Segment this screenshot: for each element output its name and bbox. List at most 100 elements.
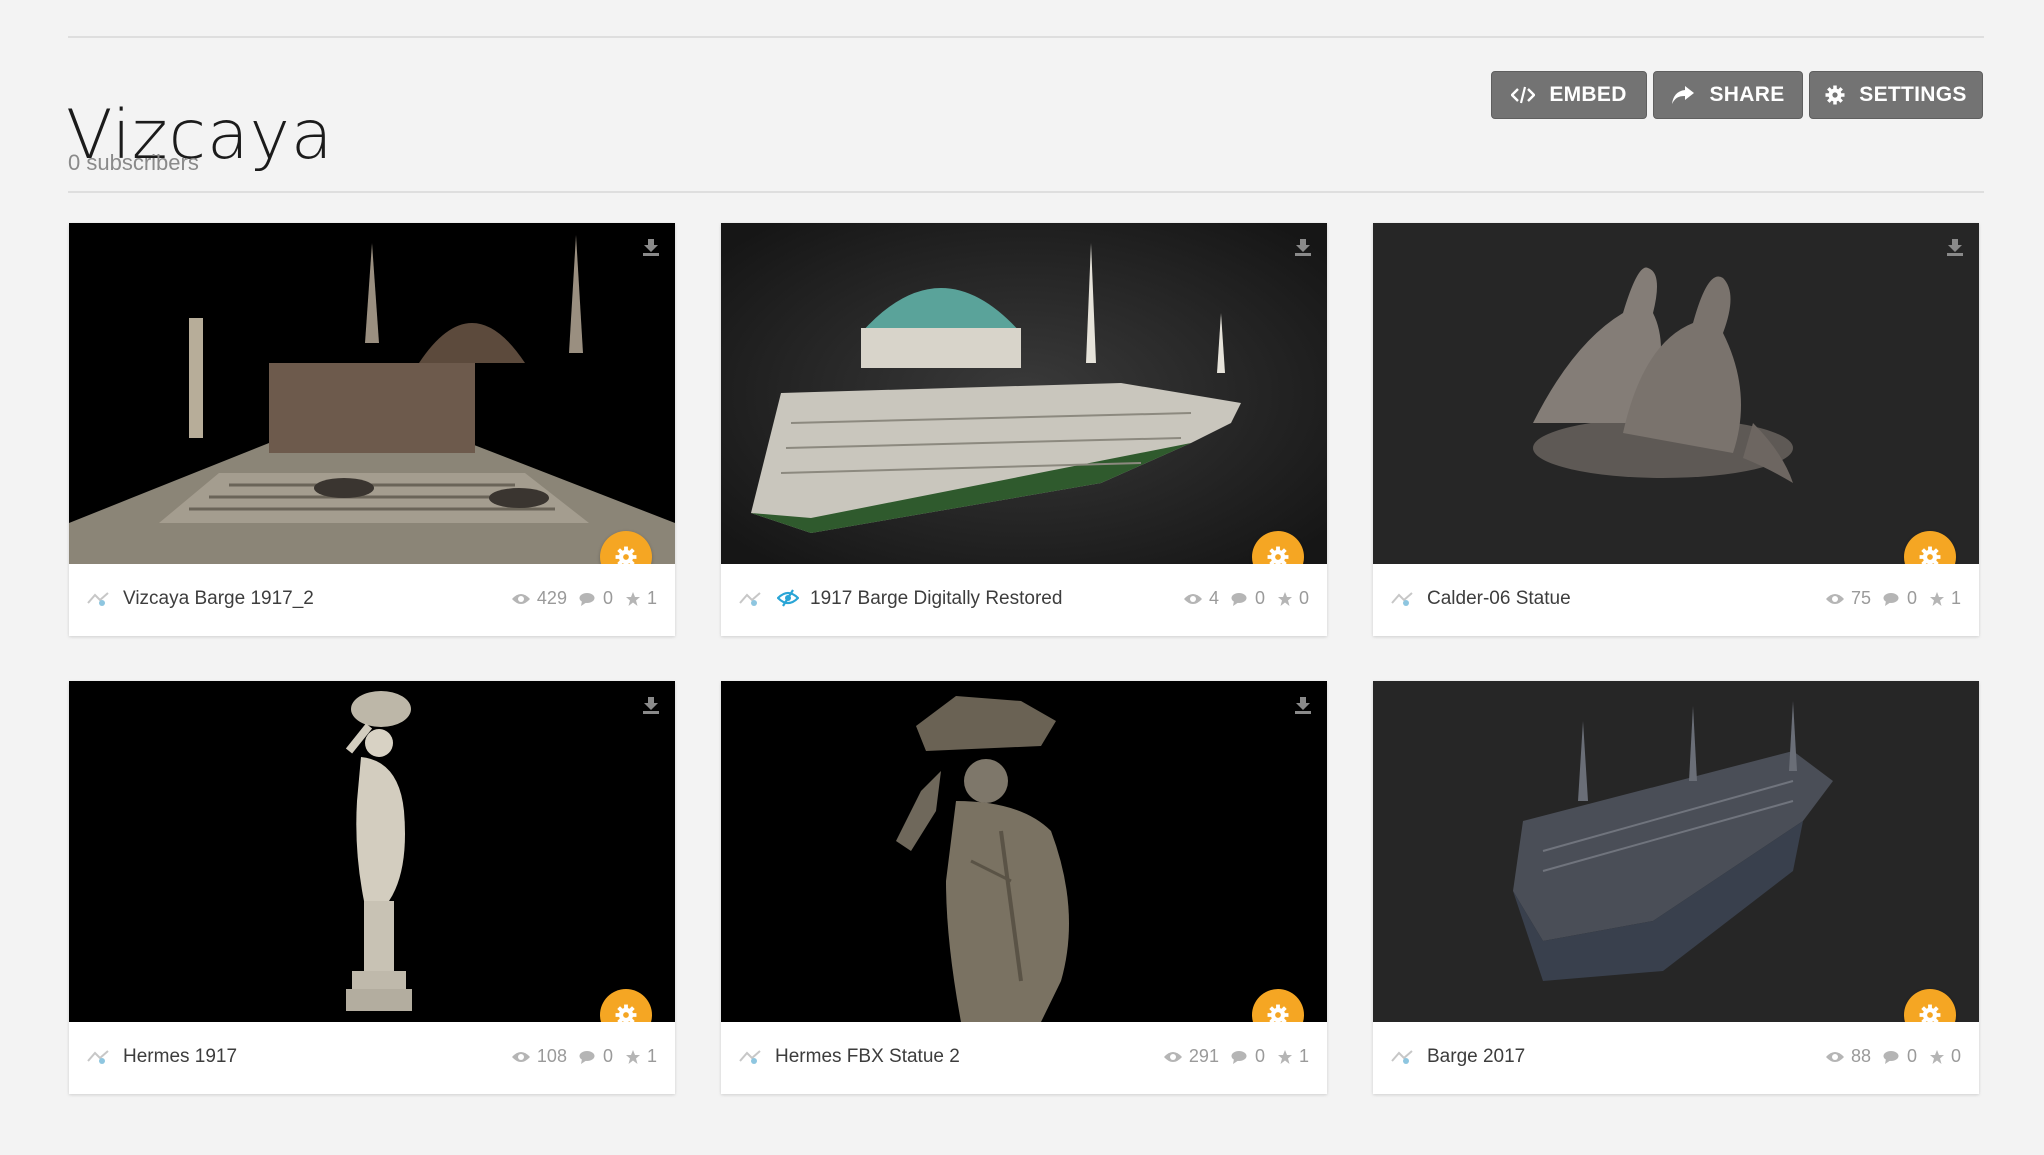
view-count: 75 xyxy=(1850,588,1871,608)
download-icon[interactable] xyxy=(1293,237,1313,257)
like-count: 1 xyxy=(1298,1046,1309,1066)
owner-avatar-icon[interactable] xyxy=(739,591,761,607)
comment-icon xyxy=(1231,592,1247,606)
model-meta: Barge 2017 88 0 0 xyxy=(1373,1022,1979,1094)
model-thumbnail[interactable] xyxy=(721,223,1327,564)
like-count: 1 xyxy=(646,588,657,608)
settings-button[interactable]: SETTINGS xyxy=(1809,71,1983,119)
header-divider xyxy=(68,191,1984,193)
view-count: 4 xyxy=(1208,588,1219,608)
view-count: 88 xyxy=(1850,1046,1871,1066)
owner-avatar-icon[interactable] xyxy=(87,1049,109,1065)
download-icon[interactable] xyxy=(1945,237,1965,257)
staff-pick-icon xyxy=(777,589,799,607)
gear-icon xyxy=(1267,546,1289,564)
model-card[interactable]: Hermes FBX Statue 2 291 0 1 xyxy=(721,681,1327,1094)
collection-actions: EMBED SHARE SETTINGS xyxy=(1491,71,1983,119)
star-icon xyxy=(1929,1049,1944,1064)
gear-icon xyxy=(1267,1004,1289,1022)
subscriber-count: 0 subscribers xyxy=(68,150,199,175)
model-stats: 88 0 0 xyxy=(1813,1046,1961,1067)
model-preview-image xyxy=(721,223,1327,564)
share-label: SHARE xyxy=(1709,83,1785,106)
comment-count: 0 xyxy=(1254,588,1265,608)
comment-icon xyxy=(579,1050,595,1064)
like-count: 1 xyxy=(646,1046,657,1066)
eye-icon xyxy=(511,1051,530,1062)
model-preview-image xyxy=(721,681,1327,1022)
gear-icon xyxy=(1919,546,1941,564)
model-stats: 291 0 1 xyxy=(1151,1046,1309,1067)
view-count: 291 xyxy=(1188,1046,1219,1066)
model-card[interactable]: Barge 2017 88 0 0 xyxy=(1373,681,1979,1094)
model-name[interactable]: Hermes FBX Statue 2 xyxy=(775,1046,960,1068)
owner-avatar-icon[interactable] xyxy=(1391,1049,1413,1065)
owner-avatar-icon[interactable] xyxy=(1391,591,1413,607)
model-card[interactable]: Calder-06 Statue 75 0 1 xyxy=(1373,223,1979,636)
model-thumbnail[interactable] xyxy=(69,681,675,1022)
model-name[interactable]: Vizcaya Barge 1917_2 xyxy=(123,588,314,610)
like-count: 0 xyxy=(1298,588,1309,608)
model-preview-image xyxy=(1373,223,1979,564)
comment-count: 0 xyxy=(1254,1046,1265,1066)
model-thumbnail[interactable] xyxy=(69,223,675,564)
model-name[interactable]: Barge 2017 xyxy=(1427,1046,1525,1068)
top-divider xyxy=(68,36,1984,38)
download-icon[interactable] xyxy=(641,237,661,257)
share-arrow-icon xyxy=(1672,86,1695,104)
comment-count: 0 xyxy=(602,588,613,608)
model-preview-image xyxy=(69,223,675,564)
settings-label: SETTINGS xyxy=(1859,83,1967,106)
gear-icon xyxy=(615,546,637,564)
star-icon xyxy=(1277,1049,1292,1064)
gear-icon xyxy=(615,1004,637,1022)
model-name[interactable]: Calder-06 Statue xyxy=(1427,588,1571,610)
star-icon xyxy=(625,591,640,606)
model-stats: 75 0 1 xyxy=(1813,588,1961,609)
model-card[interactable]: 1917 Barge Digitally Restored 4 0 0 xyxy=(721,223,1327,636)
star-icon xyxy=(1277,591,1292,606)
gear-icon xyxy=(1825,85,1845,105)
model-name[interactable]: Hermes 1917 xyxy=(123,1046,237,1068)
model-card[interactable]: Hermes 1917 108 0 1 xyxy=(69,681,675,1094)
code-icon xyxy=(1511,86,1536,104)
model-stats: 4 0 0 xyxy=(1171,588,1309,609)
model-thumbnail[interactable] xyxy=(1373,681,1979,1022)
comment-icon xyxy=(579,592,595,606)
embed-button[interactable]: EMBED xyxy=(1491,71,1647,119)
view-count: 108 xyxy=(536,1046,567,1066)
model-meta: Hermes FBX Statue 2 291 0 1 xyxy=(721,1022,1327,1094)
comment-count: 0 xyxy=(602,1046,613,1066)
download-icon[interactable] xyxy=(641,695,661,715)
eye-icon xyxy=(1183,593,1202,604)
model-thumbnail[interactable] xyxy=(1373,223,1979,564)
embed-label: EMBED xyxy=(1549,83,1627,106)
owner-avatar-icon[interactable] xyxy=(739,1049,761,1065)
gear-icon xyxy=(1919,1004,1941,1022)
download-icon[interactable] xyxy=(1293,695,1313,715)
share-button[interactable]: SHARE xyxy=(1653,71,1803,119)
comment-icon xyxy=(1231,1050,1247,1064)
owner-avatar-icon[interactable] xyxy=(87,591,109,607)
eye-icon xyxy=(511,593,530,604)
model-stats: 108 0 1 xyxy=(499,1046,657,1067)
comment-count: 0 xyxy=(1906,1046,1917,1066)
model-meta: Vizcaya Barge 1917_2 429 0 1 xyxy=(69,564,675,636)
model-name[interactable]: 1917 Barge Digitally Restored xyxy=(810,588,1062,610)
model-preview-image xyxy=(69,681,675,1022)
model-meta: 1917 Barge Digitally Restored 4 0 0 xyxy=(721,564,1327,636)
star-icon xyxy=(1929,591,1944,606)
model-meta: Hermes 1917 108 0 1 xyxy=(69,1022,675,1094)
like-count: 0 xyxy=(1950,1046,1961,1066)
eye-icon xyxy=(1825,593,1844,604)
comment-icon xyxy=(1883,1050,1899,1064)
model-card[interactable]: Vizcaya Barge 1917_2 429 0 1 xyxy=(69,223,675,636)
eye-icon xyxy=(1163,1051,1182,1062)
model-preview-image xyxy=(1373,681,1979,1022)
like-count: 1 xyxy=(1950,588,1961,608)
model-meta: Calder-06 Statue 75 0 1 xyxy=(1373,564,1979,636)
eye-icon xyxy=(1825,1051,1844,1062)
comment-count: 0 xyxy=(1906,588,1917,608)
model-thumbnail[interactable] xyxy=(721,681,1327,1022)
model-stats: 429 0 1 xyxy=(499,588,657,609)
